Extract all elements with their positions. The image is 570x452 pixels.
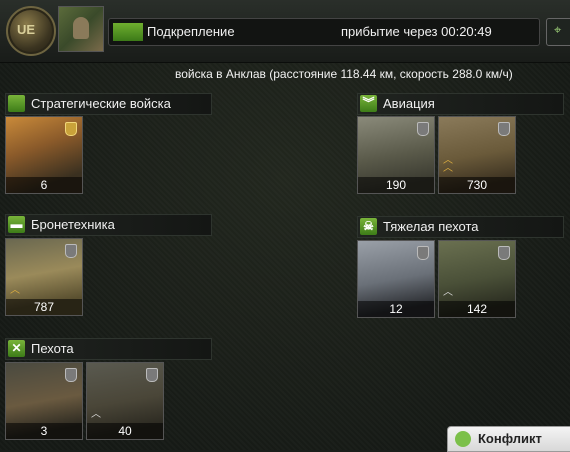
category-title: Стратегические войска	[31, 96, 171, 111]
shield-icon	[65, 244, 77, 258]
unit-count: 3	[6, 423, 82, 439]
destination-info: войска в Анклав (расстояние 118.44 км, с…	[175, 67, 513, 81]
rank-chevron-icon: ︿	[91, 409, 101, 420]
unit-count: 730	[439, 177, 515, 193]
shield-icon	[417, 246, 429, 260]
unit-count: 787	[6, 299, 82, 315]
category-header-aviation: ︾ Авиация	[357, 93, 564, 115]
unit-card[interactable]: ︿ ︿ 730	[438, 116, 516, 194]
crossed-rifles-icon: ✕	[8, 340, 25, 357]
shield-icon	[417, 122, 429, 136]
arrival-label: прибытие через 00:20:49	[341, 24, 492, 39]
tank-icon: ▬	[8, 216, 25, 233]
category-title: Тяжелая пехота	[383, 219, 479, 234]
shield-icon	[65, 122, 77, 136]
shield-icon	[65, 368, 77, 382]
unit-card[interactable]: 3	[5, 362, 83, 440]
rank-chevron-icon: ︿	[10, 285, 20, 296]
unit-count: 190	[358, 177, 434, 193]
shield-icon	[498, 246, 510, 260]
rank-chevron-icon: ︿	[443, 287, 453, 298]
conflict-tab[interactable]: Конфликт	[447, 426, 570, 452]
unit-card[interactable]: ︿ 40	[86, 362, 164, 440]
unit-card[interactable]: 190	[357, 116, 435, 194]
strategic-icon	[8, 95, 25, 112]
map-button[interactable]: ⌖	[546, 18, 570, 46]
category-title: Бронетехника	[31, 217, 115, 232]
unit-count: 6	[6, 177, 82, 193]
emblem-text: UE	[17, 22, 36, 37]
unit-card[interactable]: ︿ 787	[5, 238, 83, 316]
category-title: Пехота	[31, 341, 74, 356]
unit-card[interactable]: ︿ 142	[438, 240, 516, 318]
map-pin-icon: ⌖	[554, 22, 562, 37]
category-title: Авиация	[383, 96, 435, 111]
category-header-infantry: ✕ Пехота	[5, 338, 212, 360]
unit-card[interactable]: 12	[357, 240, 435, 318]
unit-count: 142	[439, 301, 515, 317]
avatar[interactable]	[58, 6, 104, 52]
wings-icon: ︾	[360, 95, 377, 112]
reinforcement-label: Подкрепление	[147, 24, 235, 39]
category-header-strategic: Стратегические войска	[5, 93, 212, 115]
chat-icon	[455, 431, 471, 447]
top-bar: UE Подкрепление прибытие через 00:20:49 …	[0, 0, 570, 63]
category-header-heavy: ☠ Тяжелая пехота	[357, 216, 564, 238]
faction-emblem[interactable]: UE	[6, 6, 56, 56]
unit-card[interactable]: 6	[5, 116, 83, 194]
conflict-label: Конфликт	[478, 431, 542, 446]
reinforcement-timer: Подкрепление прибытие через 00:20:49	[108, 18, 540, 46]
shield-icon	[146, 368, 158, 382]
skull-icon: ☠	[360, 218, 377, 235]
timer-progress	[113, 23, 143, 41]
unit-count: 40	[87, 423, 163, 439]
shield-icon	[498, 122, 510, 136]
rank-chevron-icon: ︿ ︿	[443, 155, 453, 174]
unit-count: 12	[358, 301, 434, 317]
category-header-armor: ▬ Бронетехника	[5, 214, 212, 236]
